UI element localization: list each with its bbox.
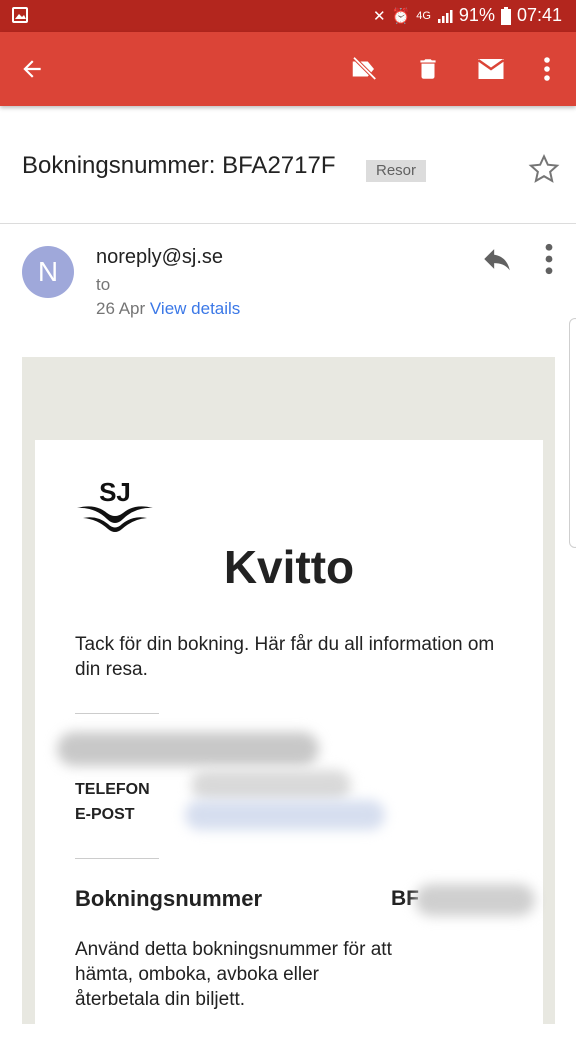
edge-panel-handle[interactable] (569, 318, 576, 548)
subject-row: Bokningsnummer: BFA2717F Resor (0, 106, 576, 224)
avatar[interactable]: N (22, 246, 74, 298)
status-icons: ✕ ⏰ 4G 91% 07:41 (373, 5, 562, 26)
svg-text:SJ: SJ (99, 477, 131, 507)
booking-number-title: Bokningsnummer (75, 886, 263, 911)
receipt-heading: Kvitto (223, 541, 355, 593)
battery-percent: 91% (458, 5, 495, 25)
receipt-card: SJ Kvitto Tack för din bokning. Här får … (35, 440, 543, 1040)
redacted-email (185, 800, 385, 830)
more-vert-icon[interactable] (536, 242, 562, 276)
delete-button[interactable] (408, 49, 448, 89)
network-type: 4G (416, 9, 431, 22)
email-body: SJ Kvitto Tack för din bokning. Här får … (22, 357, 555, 1040)
more-vert-icon (544, 57, 550, 81)
alarm-icon: ⏰ (391, 7, 411, 25)
app-toolbar (0, 32, 576, 106)
back-button[interactable] (12, 49, 52, 89)
view-details-link[interactable]: View details (150, 299, 240, 318)
telefon-label: TELEFON (75, 781, 150, 798)
sender-address[interactable]: noreply@sj.se (96, 246, 223, 269)
gallery-notification-icon (12, 7, 28, 23)
signal-icon (437, 9, 453, 23)
mail-icon (477, 59, 505, 79)
recipient-label: to (96, 275, 111, 294)
epost-label: E-POST (75, 806, 135, 823)
remove-label-button[interactable] (344, 49, 384, 89)
arrow-left-icon (23, 60, 41, 78)
email-date: 26 Apr (96, 299, 146, 318)
label-chip[interactable]: Resor (366, 160, 427, 182)
reply-icon[interactable] (480, 242, 514, 276)
divider (75, 858, 159, 859)
intro-text: Tack för din bokning. Här får du all inf… (75, 634, 495, 680)
email-date-line: 26 Apr View details (96, 299, 240, 319)
clock: 07:41 (516, 5, 562, 25)
vibrate-mute-icon: ✕ (372, 7, 386, 25)
trash-icon (420, 59, 436, 79)
mark-unread-button[interactable] (471, 49, 511, 89)
divider (75, 713, 159, 714)
sender-row: N noreply@sj.se to 26 Apr View details (0, 224, 576, 334)
sj-logo: SJ (77, 477, 153, 532)
star-icon[interactable] (528, 153, 560, 185)
booking-number-description: Använd detta bokningsnummer för att hämt… (75, 939, 392, 1010)
redacted-name (57, 732, 319, 766)
redacted-booking-number (415, 884, 535, 916)
battery-icon (500, 6, 511, 25)
label-off-icon (352, 56, 377, 81)
redacted-phone (191, 770, 351, 800)
more-options-button[interactable] (527, 49, 567, 89)
email-subject: Bokningsnummer: BFA2717F (22, 152, 336, 179)
status-bar: ✕ ⏰ 4G 91% 07:41 (0, 0, 576, 32)
